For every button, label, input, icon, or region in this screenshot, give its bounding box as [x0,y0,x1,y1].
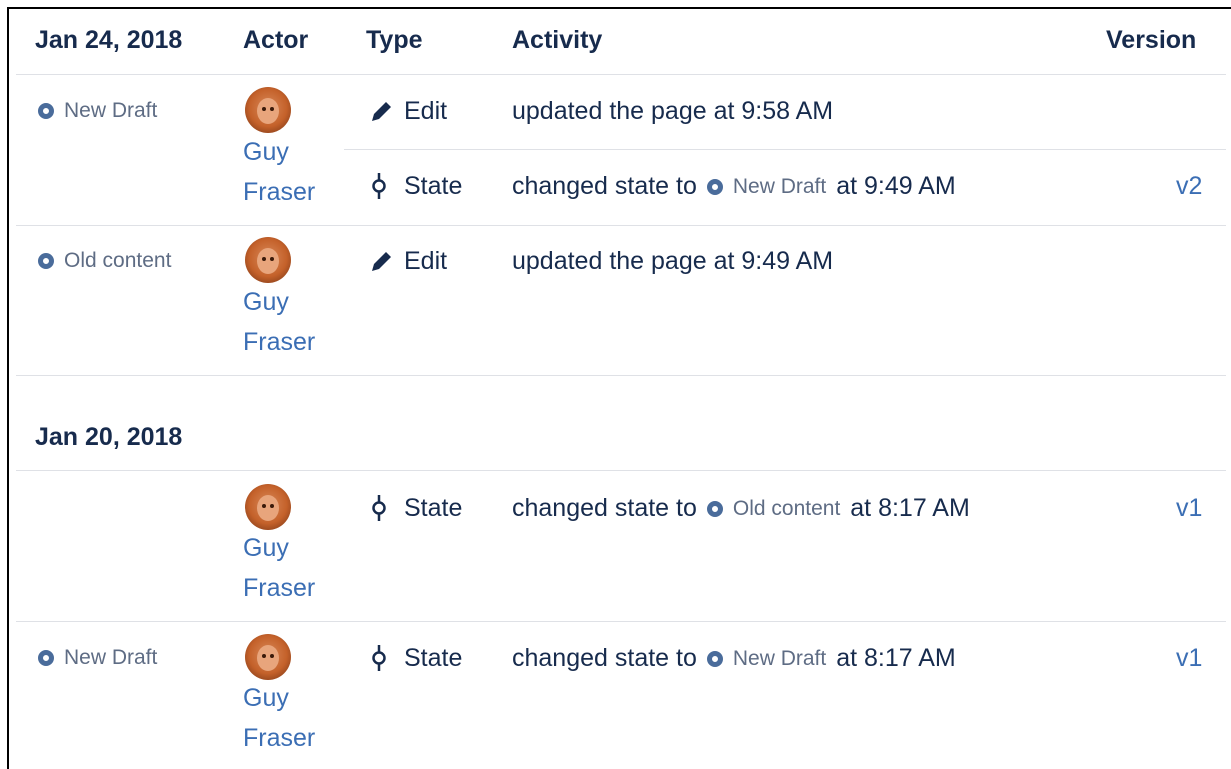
actor-link-first[interactable]: Guy [243,684,289,713]
header-date: Jan 24, 2018 [35,26,183,54]
pencil-icon [369,248,395,274]
activity-text: changed state to New Draft at 9:49 AM [512,172,956,201]
group-date: Jan 20, 2018 [35,423,183,451]
state-lozenge[interactable]: Old content [38,249,171,273]
state-dot-icon [706,650,723,667]
avatar[interactable] [245,237,291,283]
activity-text: updated the page at 9:58 AM [512,97,834,125]
state-lozenge[interactable]: Old content [706,496,841,521]
activity-suffix: at 9:49 AM [836,172,956,200]
state-dot-icon [706,178,723,195]
activity-prefix: changed state to [512,494,697,522]
state-lozenge-label: New Draft [732,646,827,670]
row-divider [16,225,1226,226]
commit-icon [370,644,388,672]
state-dot-icon [38,103,54,119]
header-type: Type [366,26,423,54]
header-divider [16,74,1226,75]
avatar[interactable] [245,634,291,680]
pencil-icon [369,98,395,124]
actor-link-last[interactable]: Fraser [243,178,315,207]
actor-link-last[interactable]: Fraser [243,724,315,753]
activity-suffix: at 8:17 AM [850,494,970,522]
state-lozenge-label: New Draft [732,174,827,198]
state-dot-icon [38,253,54,269]
state-lozenge-label: New Draft [64,646,158,669]
actor-link-first[interactable]: Guy [243,288,289,317]
state-dot-icon [706,500,723,517]
state-lozenge[interactable]: New Draft [38,646,157,670]
activity-prefix: changed state to [512,644,697,672]
actor-link-last[interactable]: Fraser [243,574,315,603]
commit-icon [370,172,388,200]
state-lozenge[interactable]: New Draft [38,99,157,123]
version-link[interactable]: v1 [1176,644,1202,673]
activity-prefix: changed state to [512,172,697,200]
activity-text: changed state to Old content at 8:17 AM [512,494,970,523]
version-link[interactable]: v2 [1176,172,1202,201]
state-lozenge[interactable]: New Draft [706,646,827,671]
type-label: State [404,644,463,672]
actor-link-first[interactable]: Guy [243,534,289,563]
state-lozenge-label: New Draft [64,99,158,122]
row-divider [16,621,1226,622]
activity-suffix: at 8:17 AM [836,644,956,672]
header-version: Version [1106,26,1197,54]
type-label: State [404,494,463,522]
activity-text: changed state to New Draft at 8:17 AM [512,644,956,673]
activity-text: updated the page at 9:49 AM [512,247,834,275]
header-actor: Actor [243,26,309,54]
state-lozenge-label: Old content [732,496,841,520]
type-label: State [404,172,463,200]
header-activity: Activity [512,26,603,54]
type-label: Edit [404,97,448,125]
avatar[interactable] [245,484,291,530]
group-divider [16,375,1226,376]
type-label: Edit [404,247,448,275]
entry-divider [344,149,1226,150]
avatar[interactable] [245,87,291,133]
state-dot-icon [38,650,54,666]
state-lozenge-label: Old content [64,249,172,272]
group-header-divider [16,470,1226,471]
actor-link-last[interactable]: Fraser [243,328,315,357]
state-lozenge[interactable]: New Draft [706,174,827,199]
actor-link-first[interactable]: Guy [243,138,289,167]
version-link[interactable]: v1 [1176,494,1202,523]
commit-icon [370,494,388,522]
